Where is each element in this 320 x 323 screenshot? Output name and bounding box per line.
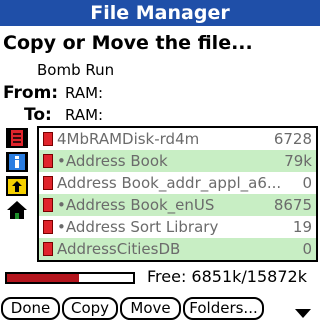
to-label: To: <box>24 105 52 125</box>
info-icon[interactable] <box>5 151 29 173</box>
to-location[interactable]: RAM: <box>65 104 103 126</box>
file-list-item[interactable]: AddressCitiesDB 0 <box>39 238 316 260</box>
move-button[interactable]: Move <box>120 297 181 320</box>
title-bar: File Manager <box>0 0 320 26</box>
home-icon[interactable] <box>5 199 29 221</box>
app-title: File Manager <box>90 2 230 24</box>
file-name: •Address Book_enUS <box>57 196 215 214</box>
free-memory-text: Free: 6851k/15872k <box>147 267 307 286</box>
from-label: From: <box>3 83 59 103</box>
file-size: 6728 <box>273 130 312 148</box>
file-icon <box>43 242 53 256</box>
file-name: •Address Sort Library <box>57 218 219 236</box>
folders-button[interactable]: Folders... <box>183 297 264 320</box>
file-icon[interactable] <box>5 127 29 149</box>
copy-button[interactable]: Copy <box>62 297 118 320</box>
done-button[interactable]: Done <box>1 297 60 320</box>
memory-usage-fill <box>7 274 79 282</box>
file-icon <box>43 154 53 168</box>
file-name: 4MbRAMDisk-rd4m <box>57 130 200 148</box>
file-icon <box>43 132 53 146</box>
selected-file-name: Bomb Run <box>37 61 115 79</box>
memory-usage-bar <box>5 272 135 284</box>
file-size: 8675 <box>273 196 312 214</box>
scroll-down-arrow-icon[interactable] <box>295 309 311 318</box>
file-name: Address Book_addr_appl_a6... <box>57 174 282 192</box>
file-list-item[interactable]: •Address Book_enUS 8675 <box>39 194 316 216</box>
file-size: 0 <box>302 174 312 192</box>
file-list-item[interactable]: Address Book_addr_appl_a6... 0 <box>39 172 316 194</box>
file-icon <box>43 198 53 212</box>
dialog-heading: Copy or Move the file... <box>3 32 253 54</box>
file-list-item[interactable]: 4MbRAMDisk-rd4m 6728 <box>39 128 316 150</box>
file-size: 79k <box>284 152 312 170</box>
file-list[interactable]: 4MbRAMDisk-rd4m 6728 •Address Book 79k Addre… <box>37 126 318 262</box>
file-list-item[interactable]: •Address Sort Library 19 <box>39 216 316 238</box>
file-size: 19 <box>292 218 312 236</box>
file-size: 0 <box>302 240 312 258</box>
folder-up-icon[interactable] <box>5 175 29 197</box>
file-list-item[interactable]: •Address Book 79k <box>39 150 316 172</box>
file-icon <box>43 176 53 190</box>
file-name: •Address Book <box>57 152 168 170</box>
file-icon <box>43 220 53 234</box>
file-name: AddressCitiesDB <box>57 240 181 258</box>
from-location[interactable]: RAM: <box>65 82 103 104</box>
